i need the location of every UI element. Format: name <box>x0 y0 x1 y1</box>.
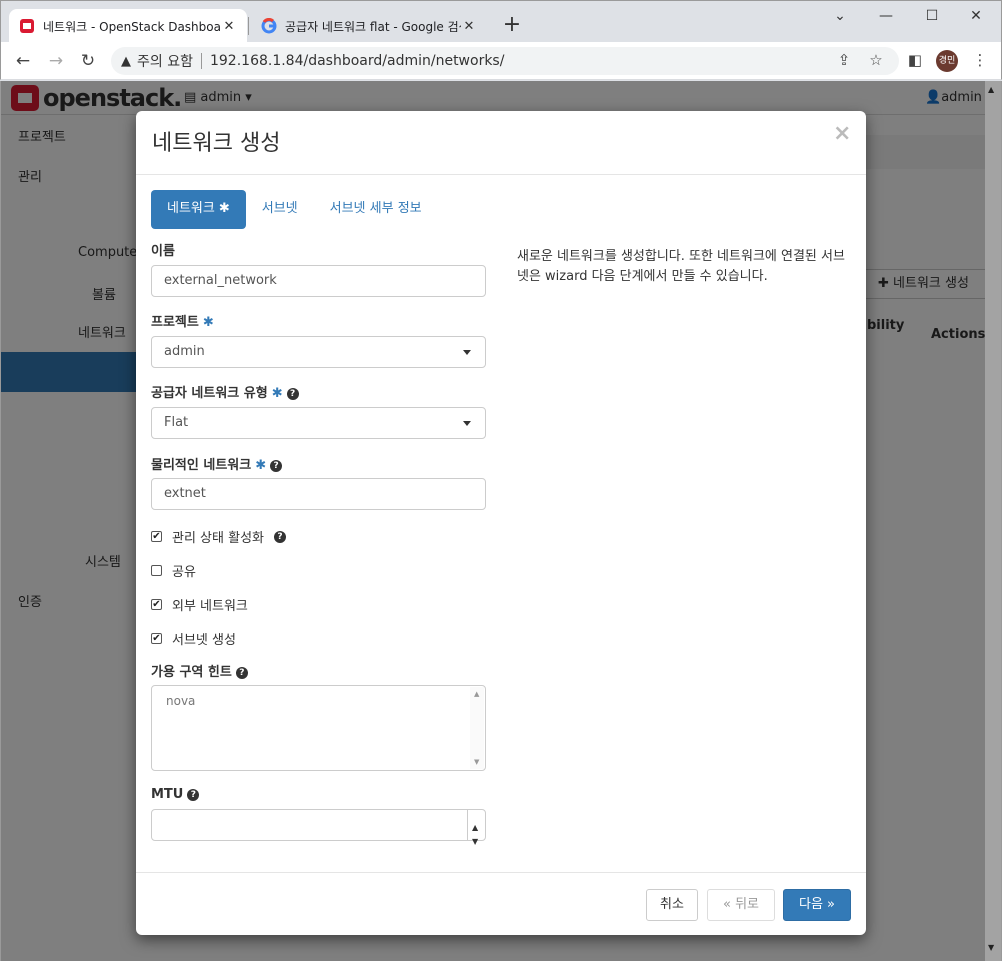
scroll-down-icon[interactable]: ▼ <box>474 758 479 766</box>
project-select[interactable]: admin <box>151 336 486 368</box>
warning-icon[interactable]: ▲ <box>121 54 131 69</box>
back-arrow-icon[interactable]: ← <box>10 48 36 74</box>
page-scrollbar[interactable]: ▲ ▼ <box>985 81 1001 961</box>
physical-network-label-text: 물리적인 네트워크 <box>151 458 252 473</box>
maximize-button[interactable]: ☐ <box>909 5 955 29</box>
name-input[interactable]: external_network <box>151 265 486 297</box>
mtu-input[interactable]: ▲ ▼ <box>151 809 486 846</box>
back-button[interactable]: « 뒤로 <box>707 889 775 921</box>
scroll-up-icon[interactable]: ▲ <box>474 690 479 698</box>
bookmark-star-icon[interactable]: ☆ <box>863 47 889 73</box>
tab-close-icon[interactable]: ✕ <box>461 19 477 34</box>
more-menu-icon[interactable]: ⋮ <box>967 47 993 73</box>
provider-type-label: 공급자 네트워크 유형 ✱? <box>151 382 299 401</box>
minimize-button[interactable]: — <box>863 5 909 29</box>
create-subnet-label: 서브넷 생성 <box>172 633 236 648</box>
omnibox-divider <box>200 53 202 69</box>
profile-avatar[interactable]: 경민 <box>936 50 958 72</box>
create-subnet-row[interactable]: ✔ 서브넷 생성 <box>151 629 236 648</box>
tab-title: 네트워크 - OpenStack Dashboard <box>43 19 221 34</box>
az-hint-textarea[interactable]: nova ▲ ▼ <box>151 685 486 771</box>
az-hint-value: nova <box>166 694 196 708</box>
browser-tab-strip: 네트워크 - OpenStack Dashboard ✕ 공급자 네트워크 fl… <box>0 0 1002 43</box>
openstack-favicon-icon <box>19 18 35 34</box>
mtu-label: MTU? <box>151 787 200 802</box>
name-label: 이름 <box>151 244 175 259</box>
new-tab-button[interactable]: + <box>499 13 525 39</box>
tab-title: 공급자 네트워크 flat - Google 검색 <box>285 19 461 34</box>
tab-network-label: 네트워크 <box>167 201 215 216</box>
help-icon[interactable]: ? <box>270 460 283 472</box>
tab-subnet-details[interactable]: 서브넷 세부 정보 <box>314 190 438 229</box>
project-label-text: 프로젝트 <box>151 315 199 330</box>
help-icon[interactable]: ? <box>286 388 299 400</box>
modal-title: 네트워크 생성 <box>152 131 281 156</box>
scroll-down-icon[interactable]: ▼ <box>988 943 994 952</box>
security-label[interactable]: 주의 요함 <box>137 51 193 71</box>
admin-state-row[interactable]: ✔ 관리 상태 활성화? <box>151 527 286 546</box>
address-bar[interactable]: ▲ 주의 요함 192.168.1.84/dashboard/admin/net… <box>111 47 899 75</box>
external-network-checkbox[interactable]: ✔ <box>151 599 162 610</box>
url-text[interactable]: 192.168.1.84/dashboard/admin/networks/ <box>210 53 504 69</box>
required-icon: ✱ <box>202 315 214 330</box>
browser-toolbar: ← → ↻ ▲ 주의 요함 192.168.1.84/dashboard/adm… <box>0 42 1002 80</box>
external-network-label: 외부 네트워크 <box>172 599 248 614</box>
az-hint-label-text: 가용 구역 힌트 <box>151 665 232 680</box>
shared-checkbox[interactable] <box>151 565 162 576</box>
browser-tab-openstack[interactable]: 네트워크 - OpenStack Dashboard ✕ <box>9 9 247 43</box>
modal-footer: 취소 « 뒤로 다음 » <box>136 872 866 935</box>
next-button[interactable]: 다음 » <box>783 889 851 921</box>
provider-type-select-value: Flat <box>164 415 189 430</box>
mtu-label-text: MTU <box>151 787 184 802</box>
project-label: 프로젝트 ✱ <box>151 311 214 330</box>
forward-arrow-icon[interactable]: → <box>43 48 69 74</box>
create-network-modal: 네트워크 생성 × 네트워크 ✱ 서브넷 서브넷 세부 정보 이름 externa… <box>136 111 866 935</box>
tab-subnet[interactable]: 서브넷 <box>246 190 314 229</box>
physical-network-label: 물리적인 네트워크 ✱? <box>151 454 283 473</box>
required-icon: ✱ <box>218 201 230 216</box>
close-icon[interactable]: × <box>833 121 851 146</box>
help-icon[interactable]: ? <box>274 530 286 543</box>
caret-down-icon <box>463 421 471 426</box>
close-window-button[interactable]: ✕ <box>953 5 999 29</box>
caret-down-icon <box>463 350 471 355</box>
physical-network-input[interactable]: extnet <box>151 478 486 510</box>
help-icon[interactable]: ? <box>187 789 200 801</box>
share-icon[interactable]: ⇪ <box>831 47 857 73</box>
google-favicon-icon <box>261 18 277 34</box>
help-icon[interactable]: ? <box>235 667 248 679</box>
reload-icon[interactable]: ↻ <box>75 48 101 74</box>
create-subnet-checkbox[interactable]: ✔ <box>151 633 162 644</box>
az-hint-label: 가용 구역 힌트? <box>151 661 248 680</box>
mtu-stepper[interactable]: ▲ ▼ <box>467 810 485 846</box>
tab-close-icon[interactable]: ✕ <box>221 19 237 34</box>
shared-row[interactable]: 공유 <box>151 561 196 580</box>
external-network-row[interactable]: ✔ 외부 네트워크 <box>151 595 248 614</box>
browser-tab-google[interactable]: 공급자 네트워크 flat - Google 검색 ✕ <box>251 9 487 43</box>
help-description: 새로운 네트워크를 생성합니다. 또한 네트워크에 연결된 서브넷은 wizar… <box>517 249 845 284</box>
wizard-tabs: 네트워크 ✱ 서브넷 서브넷 세부 정보 <box>151 190 438 229</box>
provider-type-select[interactable]: Flat <box>151 407 486 439</box>
scroll-up-icon[interactable]: ▲ <box>988 85 994 94</box>
tab-search-dropdown-icon[interactable]: ⌄ <box>817 5 863 29</box>
cancel-button[interactable]: 취소 <box>646 889 698 921</box>
project-select-value: admin <box>164 344 205 359</box>
textarea-scrollbar[interactable]: ▲ ▼ <box>470 687 484 769</box>
admin-state-checkbox[interactable]: ✔ <box>151 531 162 542</box>
decrement-icon[interactable]: ▼ <box>472 827 478 857</box>
shared-label: 공유 <box>172 565 196 580</box>
tab-network[interactable]: 네트워크 ✱ <box>151 190 246 229</box>
required-icon: ✱ <box>271 386 283 401</box>
modal-header: 네트워크 생성 × <box>136 111 866 175</box>
tab-separator <box>248 17 249 35</box>
admin-state-label: 관리 상태 활성화 <box>172 531 264 546</box>
provider-type-label-text: 공급자 네트워크 유형 <box>151 386 268 401</box>
side-panel-icon[interactable]: ◧ <box>902 47 928 73</box>
required-icon: ✱ <box>255 458 267 473</box>
